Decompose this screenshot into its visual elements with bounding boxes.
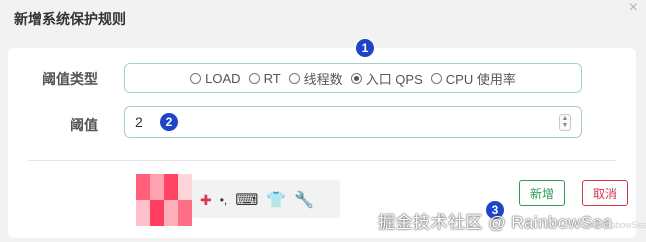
threshold-label: 阈值 <box>70 117 98 133</box>
radio-circle-icon[interactable] <box>248 72 260 84</box>
toolbar-icons: ✚ •, ⌨ 👕 🔧 <box>200 190 314 210</box>
radio-option-cpu[interactable]: CPU 使用率 <box>430 69 516 88</box>
threshold-type-radio-group: LOAD RT 线程数 入口 QPS CPU 使用率 <box>124 63 582 93</box>
divider <box>28 160 616 161</box>
radio-circle-icon[interactable] <box>288 72 300 84</box>
radio-label-entry-qps: 入口 QPS <box>365 71 423 87</box>
number-spinner-icon[interactable]: ▲ ▼ <box>559 114 571 131</box>
radio-option-rt[interactable]: RT <box>248 70 281 86</box>
blurred-toolbar: ✚ •, ⌨ 👕 🔧 <box>130 174 340 226</box>
threshold-input[interactable]: 2 ▲ ▼ <box>124 106 582 138</box>
threshold-type-label: 阈值类型 <box>42 71 98 87</box>
cancel-button[interactable]: 取消 <box>582 180 629 206</box>
blurred-logo-lower <box>136 200 192 226</box>
radio-circle-checked-icon[interactable] <box>350 72 362 84</box>
add-button[interactable]: 新增 <box>519 180 566 206</box>
annotation-badge-1: 1 <box>355 38 375 58</box>
radio-option-entry-qps[interactable]: 入口 QPS <box>350 69 423 88</box>
dialog-title: 新增系统保护规则 <box>14 11 126 27</box>
watermark-small-text: CSDN @ChinaRainbowSea <box>536 220 646 230</box>
dialog: 新增系统保护规则 × 阈值类型 LOAD RT 线程数 入口 QPS CPU 使… <box>0 0 646 242</box>
radio-option-threads[interactable]: 线程数 <box>288 69 343 88</box>
radio-label-load: LOAD <box>205 70 241 86</box>
radio-option-load[interactable]: LOAD <box>190 70 241 86</box>
shirt-icon[interactable]: 👕 <box>266 190 286 210</box>
wrench-icon[interactable]: 🔧 <box>294 190 314 210</box>
radio-label-cpu: CPU 使用率 <box>445 71 516 87</box>
close-icon[interactable]: × <box>629 0 638 16</box>
keyboard-icon[interactable]: ⌨ <box>235 190 258 210</box>
input-method-icon[interactable]: ✚ <box>200 192 212 209</box>
radio-circle-icon[interactable] <box>430 72 442 84</box>
threshold-value: 2 <box>135 114 143 130</box>
annotation-badge-2: 2 <box>159 112 179 132</box>
punctuation-icon[interactable]: •, <box>220 193 228 207</box>
radio-label-threads: 线程数 <box>303 71 343 87</box>
radio-circle-icon[interactable] <box>190 72 202 84</box>
radio-label-rt: RT <box>263 70 281 86</box>
